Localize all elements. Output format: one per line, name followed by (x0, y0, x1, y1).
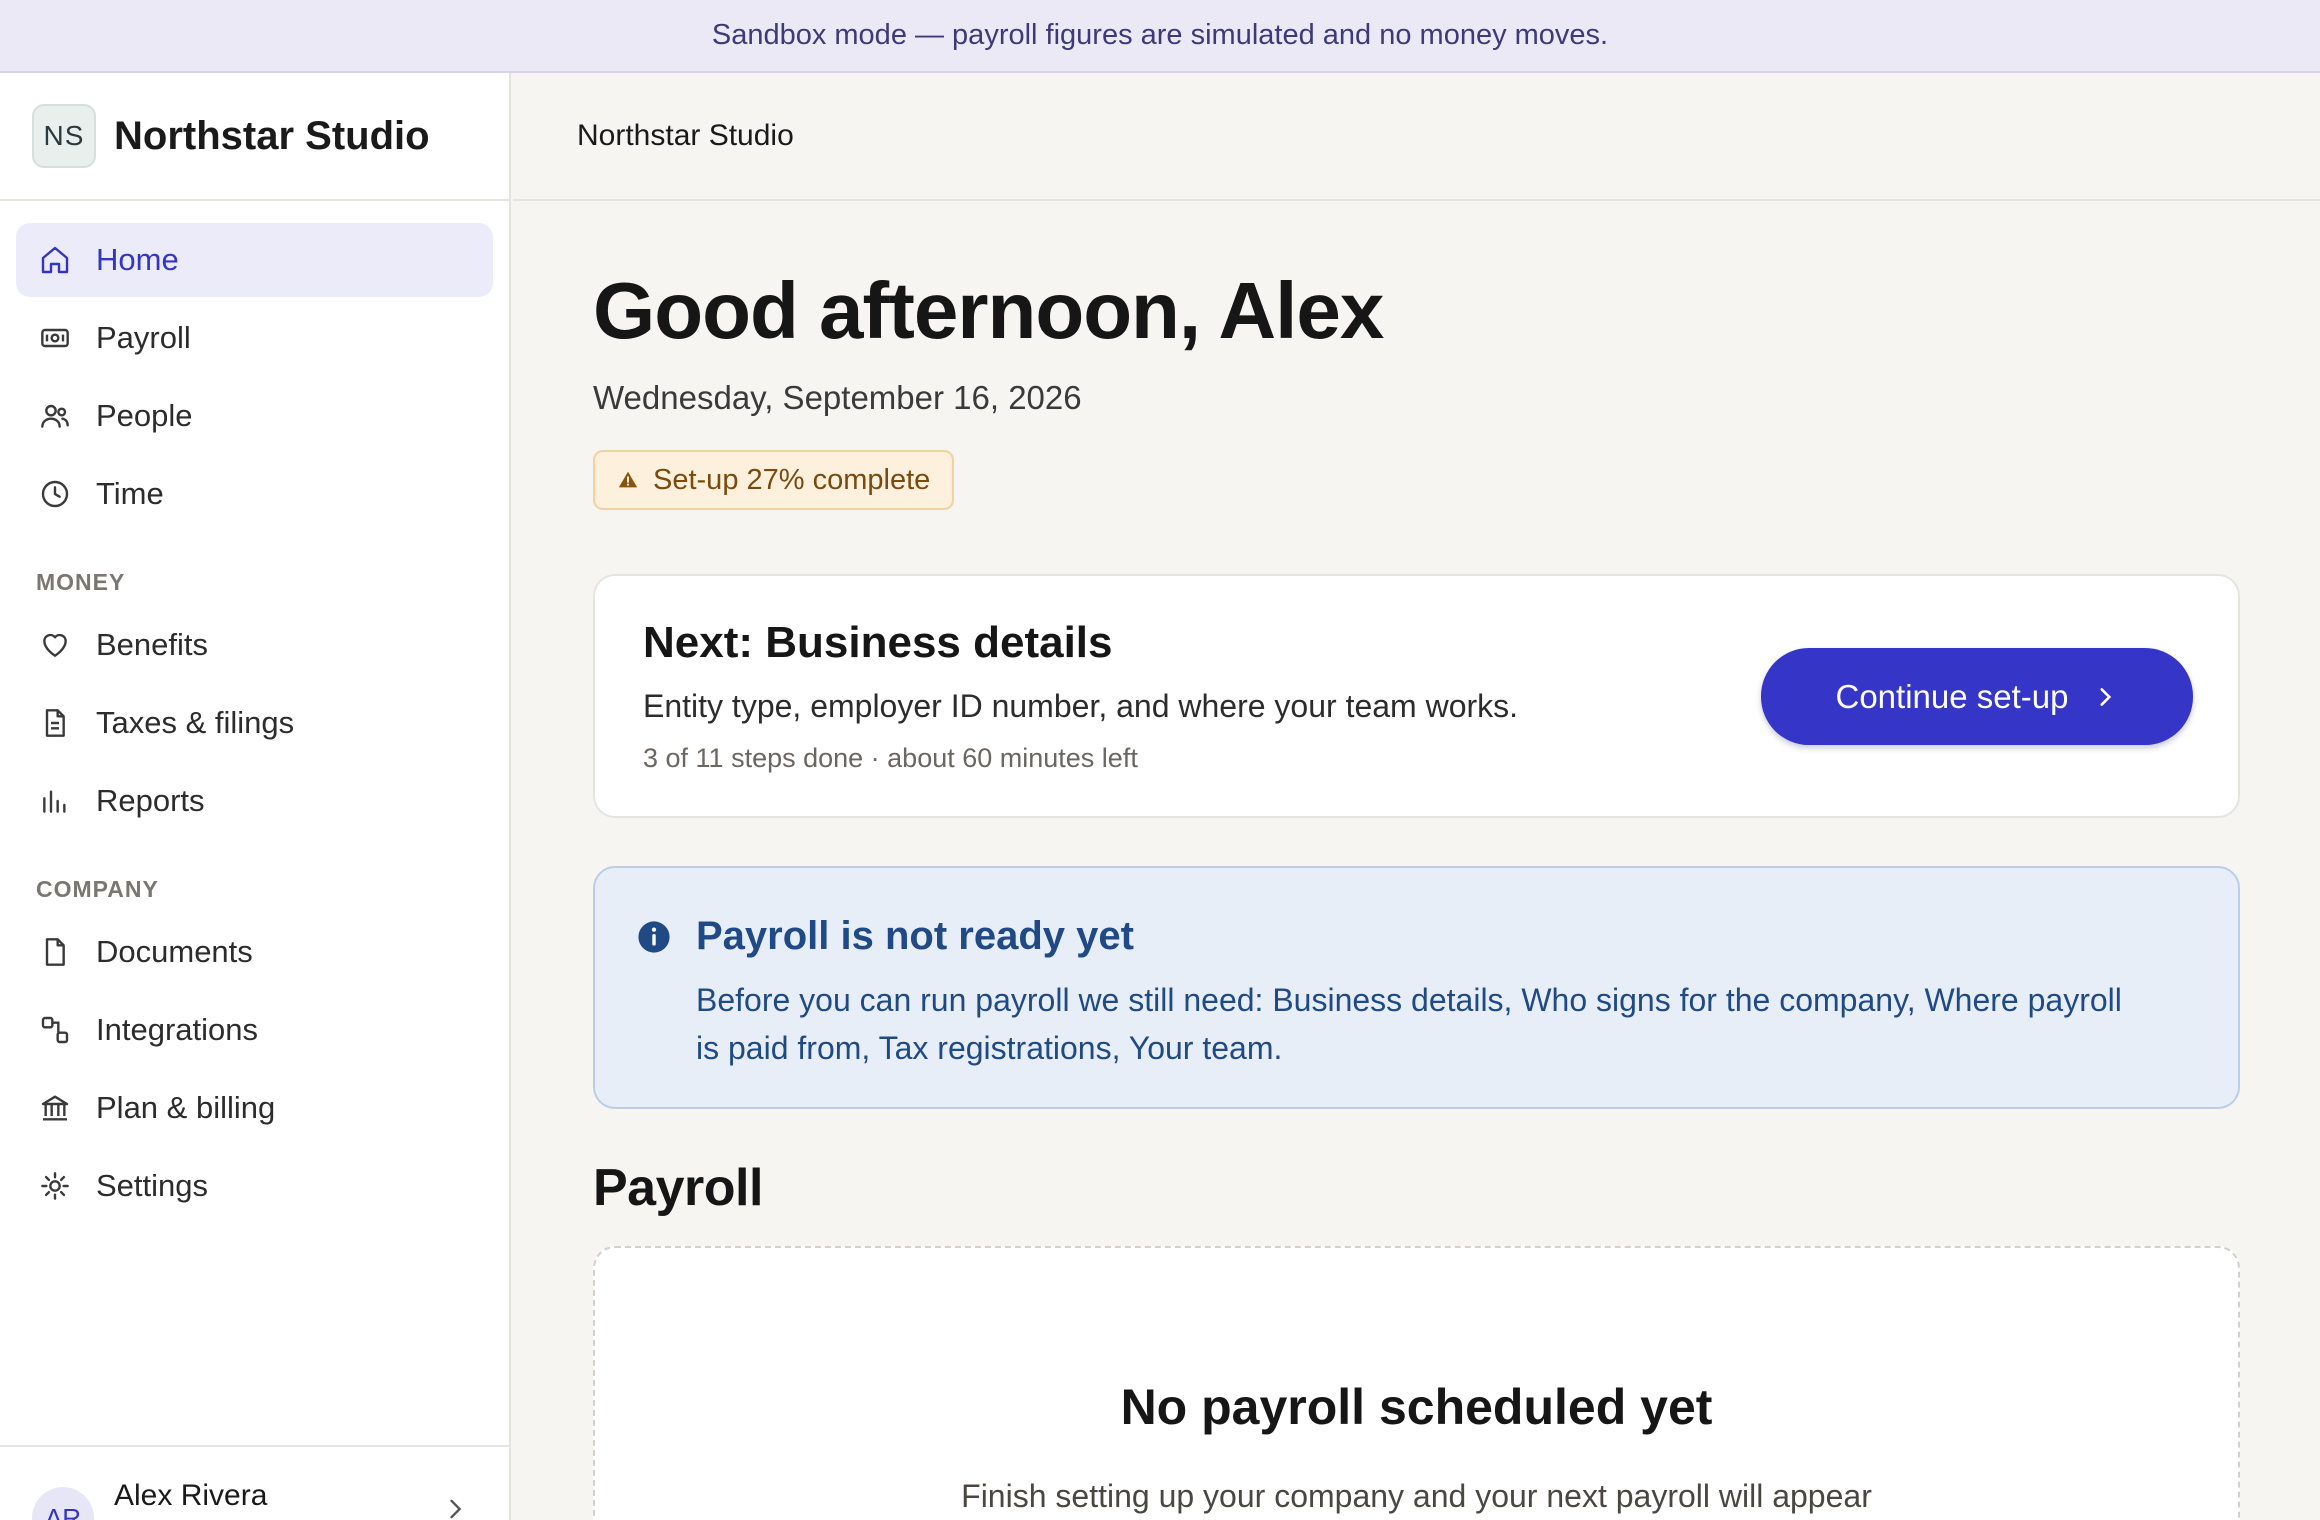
bar-chart-icon (38, 784, 72, 818)
empty-state-body: Finish setting up your company and your … (961, 1478, 1872, 1514)
sidebar-item-reports[interactable]: Reports (16, 764, 493, 838)
sidebar-item-label: Taxes & filings (96, 705, 295, 740)
document-icon (38, 706, 72, 740)
info-icon (638, 921, 670, 953)
chevron-right-icon (2100, 687, 2112, 706)
sidebar-item-label: Plan & billing (96, 1090, 276, 1125)
alert-title: Payroll is not ready yet (696, 914, 1134, 958)
clock-icon (38, 477, 72, 511)
sidebar-item-taxes[interactable]: Taxes & filings (16, 686, 493, 760)
sidebar-item-label: Payroll (96, 320, 191, 355)
next-step-card: Next: Business details Entity type, empl… (593, 574, 2240, 818)
sidebar-item-label: Settings (96, 1168, 209, 1203)
sidebar-item-payroll[interactable]: Payroll (16, 301, 493, 375)
integrations-icon (38, 1013, 72, 1047)
sidebar-item-label: People (96, 398, 193, 433)
next-step-meta: 3 of 11 steps done · about 60 minutes le… (643, 743, 1138, 773)
payroll-empty-state: No payroll scheduled yet Finish setting … (593, 1246, 2240, 1520)
section-label-company: COMPANY (36, 876, 159, 902)
bank-icon (38, 1091, 72, 1125)
warning-icon (618, 471, 638, 488)
sidebar-item-label: Time (96, 476, 164, 511)
payroll-section-title: Payroll (593, 1159, 763, 1217)
sidebar-item-label: Benefits (96, 627, 209, 662)
avatar: AR (32, 1487, 94, 1520)
sidebar: NS Northstar Studio Home Payroll People (0, 73, 511, 1520)
top-bar: Northstar Studio (513, 73, 2320, 201)
payroll-icon (38, 321, 72, 355)
sidebar-item-label: Documents (96, 934, 253, 969)
sidebar-nav: Home Payroll People Time MONEY Benefits (0, 201, 509, 1223)
section-label-money: MONEY (36, 569, 126, 595)
alert-body: Before you can run payroll we still need… (696, 982, 2122, 1066)
continue-setup-label: Continue set-up (1835, 677, 2069, 715)
sandbox-banner: Sandbox mode — payroll figures are simul… (0, 0, 2320, 73)
company-logo: NS (32, 104, 96, 168)
people-icon (38, 399, 72, 433)
heart-icon (38, 628, 72, 662)
sidebar-item-documents[interactable]: Documents (16, 915, 493, 989)
empty-state-title: No payroll scheduled yet (1120, 1379, 1713, 1435)
sidebar-item-home[interactable]: Home (16, 223, 493, 297)
sidebar-item-people[interactable]: People (16, 379, 493, 453)
sidebar-item-plan-billing[interactable]: Plan & billing (16, 1071, 493, 1145)
sidebar-item-settings[interactable]: Settings (16, 1149, 493, 1223)
sidebar-item-time[interactable]: Time (16, 457, 493, 531)
home-icon (38, 243, 72, 277)
sidebar-item-integrations[interactable]: Integrations (16, 993, 493, 1067)
brand-header[interactable]: NS Northstar Studio (0, 73, 509, 201)
next-step-description: Entity type, employer ID number, and whe… (643, 688, 1519, 724)
sidebar-item-label: Home (96, 242, 179, 277)
company-name: Northstar Studio (114, 113, 430, 158)
next-step-title: Next: Business details (643, 618, 1113, 667)
setup-progress-badge: Set-up 27% complete (593, 450, 955, 510)
gear-icon (38, 1169, 72, 1203)
chevron-right-icon (450, 1499, 462, 1519)
user-menu[interactable]: AR Alex Rivera (0, 1445, 509, 1520)
sidebar-item-label: Reports (96, 783, 205, 818)
current-date: Wednesday, September 16, 2026 (593, 379, 1082, 416)
topbar-company-name: Northstar Studio (577, 119, 794, 152)
user-name: Alex Rivera (114, 1479, 268, 1512)
continue-setup-button[interactable]: Continue set-up (1761, 648, 2193, 745)
page-title: Good afternoon, Alex (593, 266, 1384, 355)
setup-progress-text: Set-up 27% complete (653, 463, 931, 496)
file-icon (38, 935, 72, 969)
payroll-not-ready-alert: Payroll is not ready yet Before you can … (593, 866, 2240, 1109)
sandbox-banner-text: Sandbox mode — payroll figures are simul… (711, 19, 1609, 51)
sidebar-item-benefits[interactable]: Benefits (16, 608, 493, 682)
sidebar-item-label: Integrations (96, 1012, 258, 1047)
